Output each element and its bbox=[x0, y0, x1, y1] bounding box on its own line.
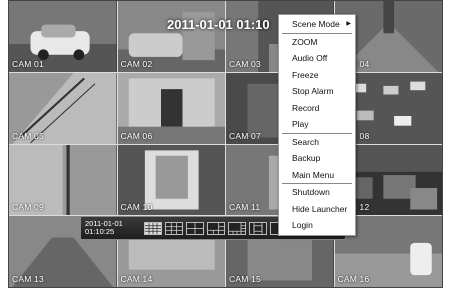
camera-tile-10[interactable]: CAM 10 bbox=[117, 144, 225, 216]
camera-label: CAM 15 bbox=[229, 274, 261, 284]
camera-label: CAM 13 bbox=[12, 274, 44, 284]
camera-label: CAM 14 bbox=[120, 274, 153, 284]
camera-label: CAM 03 bbox=[229, 58, 261, 69]
menu-item-record[interactable]: Record bbox=[279, 100, 355, 117]
menu-item-main-menu[interactable]: Main Menu bbox=[279, 167, 355, 184]
split-4-icon[interactable] bbox=[186, 221, 204, 235]
submenu-arrow-icon: ▶ bbox=[346, 21, 351, 27]
menu-item-login[interactable]: Login bbox=[279, 217, 355, 234]
camera-label: CAM 11 bbox=[229, 202, 261, 213]
menu-item-hide-launcher[interactable]: Hide Launcher bbox=[279, 201, 355, 218]
menu-item-freeze[interactable]: Freeze bbox=[279, 67, 355, 84]
camera-label: CAM 01 bbox=[12, 58, 44, 69]
menu-item-play[interactable]: Play bbox=[279, 116, 355, 133]
camera-label: CAM 05 bbox=[12, 130, 44, 141]
menu-item-stop-alarm[interactable]: Stop Alarm bbox=[279, 83, 355, 100]
camera-label: CAM 02 bbox=[120, 58, 153, 69]
camera-tile-06[interactable]: CAM 06 bbox=[117, 72, 225, 144]
menu-item-shutdown[interactable]: Shutdown bbox=[279, 184, 355, 201]
camera-grid: CAM 01 CAM 02 CAM 03 CAM 04 bbox=[9, 1, 442, 287]
camera-tile-02[interactable]: CAM 02 bbox=[117, 1, 225, 72]
split-13-icon[interactable] bbox=[249, 221, 267, 235]
menu-item-scene-mode[interactable]: Scene Mode ▶ bbox=[279, 16, 355, 33]
camera-label: CAM 10 bbox=[120, 202, 153, 213]
camera-label: CAM 16 bbox=[337, 274, 370, 284]
camera-label: CAM 07 bbox=[229, 130, 261, 141]
launcher-datetime: 2011-01-01 01:10:25 bbox=[85, 220, 141, 236]
launcher-time: 01:10:25 bbox=[85, 227, 115, 236]
camera-label: CAM 09 bbox=[12, 202, 44, 213]
split-6-icon[interactable] bbox=[207, 221, 225, 235]
split-9-icon[interactable] bbox=[165, 221, 183, 235]
menu-item-search[interactable]: Search bbox=[279, 134, 355, 151]
camera-tile-09[interactable]: CAM 09 bbox=[9, 144, 117, 216]
menu-item-label: Scene Mode bbox=[292, 19, 340, 29]
context-menu: Scene Mode ▶ ZOOM Audio Off Freeze Stop A… bbox=[278, 14, 356, 236]
menu-item-zoom[interactable]: ZOOM bbox=[279, 34, 355, 51]
camera-tile-01[interactable]: CAM 01 bbox=[9, 1, 117, 72]
split-16-icon[interactable] bbox=[144, 221, 162, 235]
camera-label: CAM 06 bbox=[120, 130, 153, 141]
dvr-live-screen: CAM 01 CAM 02 CAM 03 CAM 04 bbox=[8, 0, 443, 288]
camera-tile-05[interactable]: CAM 05 bbox=[9, 72, 117, 144]
split-8-icon[interactable] bbox=[228, 221, 246, 235]
menu-item-audio-off[interactable]: Audio Off bbox=[279, 50, 355, 67]
datetime-overlay: 2011-01-01 01:10 bbox=[167, 17, 270, 32]
menu-item-backup[interactable]: Backup bbox=[279, 150, 355, 167]
